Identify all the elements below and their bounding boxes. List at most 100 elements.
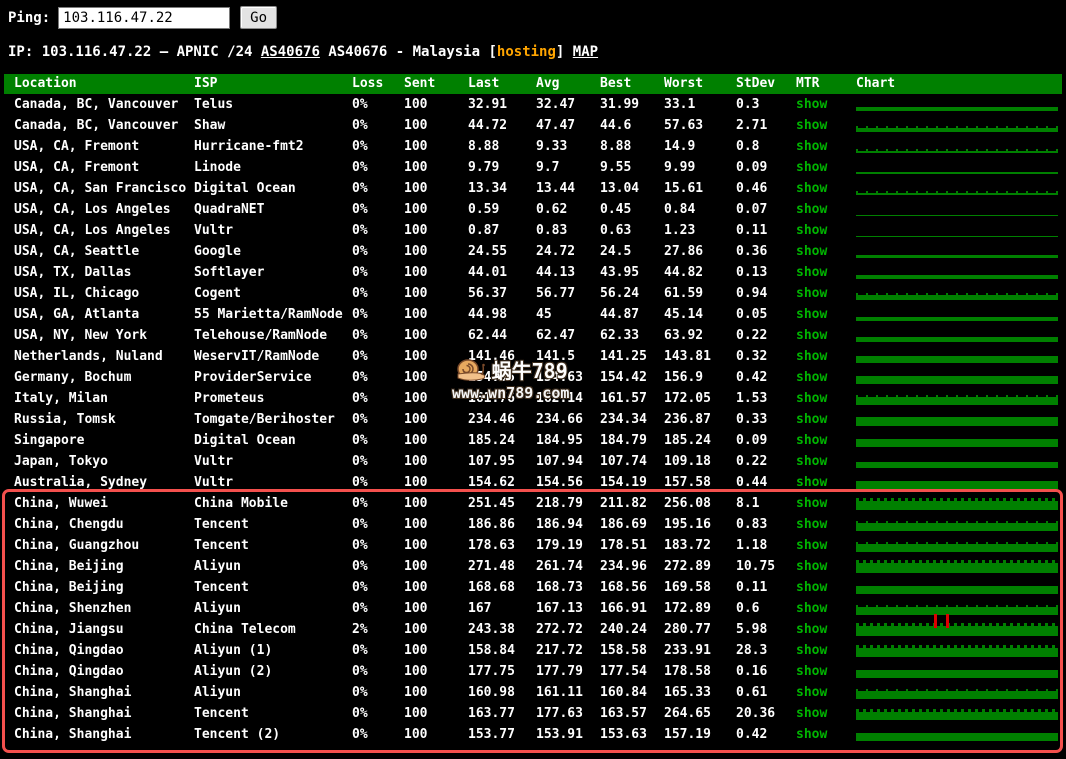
cell-stdev: 0.8: [736, 139, 760, 154]
cell-sent: 100: [404, 412, 428, 427]
cell-last: 163.77: [468, 706, 515, 721]
mtr-show-link[interactable]: show: [796, 349, 827, 364]
cell-sent: 100: [404, 223, 428, 238]
mtr-show-link[interactable]: show: [796, 643, 827, 658]
mtr-show-link[interactable]: show: [796, 601, 827, 616]
cell-sent: 100: [404, 580, 428, 595]
table-row: China, Wuwei China Mobile 0% 100 251.45 …: [4, 493, 1062, 514]
cell-last: 158.84: [468, 643, 515, 658]
cell-location: Germany, Bochum: [14, 370, 132, 385]
cell-isp: Softlayer: [194, 265, 265, 280]
cell-isp: Prometeus: [194, 391, 265, 406]
mtr-show-link[interactable]: show: [796, 223, 827, 238]
cell-sent: 100: [404, 391, 428, 406]
cell-chart: [856, 115, 1062, 136]
mtr-show-link[interactable]: show: [796, 97, 827, 112]
table-row: USA, GA, Atlanta 55 Marietta/RamNode 0% …: [4, 304, 1062, 325]
map-link[interactable]: MAP: [573, 44, 598, 60]
mtr-show-link[interactable]: show: [796, 622, 827, 637]
mtr-show-link[interactable]: show: [796, 328, 827, 343]
mtr-show-link[interactable]: show: [796, 160, 827, 175]
mtr-show-link[interactable]: show: [796, 118, 827, 133]
mtr-show-link[interactable]: show: [796, 475, 827, 490]
mtr-show-link[interactable]: show: [796, 202, 827, 217]
mtr-show-link[interactable]: show: [796, 391, 827, 406]
sparkline-spikes: [856, 149, 1058, 152]
cell-worst: 172.89: [664, 601, 711, 616]
latency-sparkline-bar: [856, 563, 1058, 573]
header-loss: Loss: [352, 76, 384, 91]
ping-label: Ping:: [8, 9, 51, 26]
cell-best: 154.19: [600, 475, 647, 490]
cell-avg: 0.83: [536, 223, 568, 238]
cell-worst: 33.1: [664, 97, 696, 112]
cell-last: 0.59: [468, 202, 500, 217]
cell-isp: Tencent: [194, 517, 249, 532]
cell-chart: [856, 304, 1062, 325]
latency-sparkline-bar: [856, 376, 1058, 384]
sparkline-spikes: [856, 293, 1058, 296]
mtr-show-link[interactable]: show: [796, 244, 827, 259]
mtr-show-link[interactable]: show: [796, 664, 827, 679]
mtr-show-link[interactable]: show: [796, 685, 827, 700]
sparkline-spikes: [856, 605, 1058, 608]
cell-sent: 100: [404, 496, 428, 511]
cell-avg: 24.72: [536, 244, 576, 259]
table-row: China, Qingdao Aliyun (1) 0% 100 158.84 …: [4, 640, 1062, 661]
cell-best: 166.91: [600, 601, 647, 616]
mtr-show-link[interactable]: show: [796, 727, 827, 742]
cell-worst: 57.63: [664, 118, 704, 133]
cell-worst: 272.89: [664, 559, 711, 574]
mtr-show-link[interactable]: show: [796, 454, 827, 469]
mtr-show-link[interactable]: show: [796, 181, 827, 196]
table-row: Singapore Digital Ocean 0% 100 185.24 18…: [4, 430, 1062, 451]
cell-chart: [856, 493, 1062, 514]
cell-best: 168.56: [600, 580, 647, 595]
ping-input[interactable]: [58, 6, 231, 29]
cell-worst: 172.05: [664, 391, 711, 406]
cell-best: 141.25: [600, 349, 647, 364]
cell-location: USA, CA, Los Angeles: [14, 223, 171, 238]
mtr-show-link[interactable]: show: [796, 307, 827, 322]
cell-isp: Telus: [194, 97, 234, 112]
mtr-show-link[interactable]: show: [796, 265, 827, 280]
mtr-show-link[interactable]: show: [796, 517, 827, 532]
cell-isp: ProviderService: [194, 370, 312, 385]
header-last: Last: [468, 76, 500, 91]
cell-location: USA, CA, Fremont: [14, 160, 140, 175]
table-row: Germany, Bochum ProviderService 0% 100 1…: [4, 367, 1062, 388]
asn-link[interactable]: AS40676: [261, 44, 320, 60]
mtr-show-link[interactable]: show: [796, 412, 827, 427]
cell-stdev: 0.13: [736, 265, 768, 280]
ping-form: Ping: Go: [0, 0, 1066, 30]
bracket-close: ]: [555, 44, 573, 60]
cell-best: 161.57: [600, 391, 647, 406]
cell-loss: 0%: [352, 139, 368, 154]
cell-stdev: 0.22: [736, 328, 768, 343]
table-row: Japan, Tokyo Vultr 0% 100 107.95 107.94 …: [4, 451, 1062, 472]
mtr-show-link[interactable]: show: [796, 433, 827, 448]
table-row: China, Shenzhen Aliyun 0% 100 167 167.13…: [4, 598, 1062, 619]
cell-sent: 100: [404, 517, 428, 532]
mtr-show-link[interactable]: show: [796, 286, 827, 301]
cell-chart: [856, 598, 1062, 619]
cell-last: 44.98: [468, 307, 508, 322]
cell-stdev: 0.44: [736, 475, 768, 490]
sparkline-spikes: [856, 521, 1058, 524]
cell-avg: 107.94: [536, 454, 583, 469]
cell-chart: [856, 94, 1062, 115]
sparkline-spikes: [856, 191, 1058, 194]
mtr-show-link[interactable]: show: [796, 538, 827, 553]
mtr-show-link[interactable]: show: [796, 559, 827, 574]
mtr-show-link[interactable]: show: [796, 370, 827, 385]
go-button[interactable]: Go: [240, 6, 278, 29]
cell-isp: China Mobile: [194, 496, 288, 511]
mtr-show-link[interactable]: show: [796, 580, 827, 595]
mtr-show-link[interactable]: show: [796, 496, 827, 511]
latency-sparkline-bar: [856, 397, 1058, 405]
cell-last: 167: [468, 601, 492, 616]
header-mtr: MTR: [796, 76, 820, 91]
mtr-show-link[interactable]: show: [796, 139, 827, 154]
mtr-show-link[interactable]: show: [796, 706, 827, 721]
cell-worst: 14.9: [664, 139, 696, 154]
